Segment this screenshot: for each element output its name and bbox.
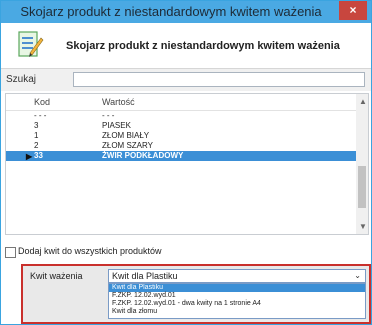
table-row[interactable]: 3 PIASEK [6, 121, 356, 131]
cell-kod: 3 [34, 121, 39, 130]
edit-list-icon [18, 29, 44, 62]
kwit-option[interactable]: Kwit dla złomu [109, 308, 365, 316]
kwit-label: Kwit ważenia [30, 271, 83, 281]
vertical-scrollbar[interactable]: ▲ ▼ [356, 94, 368, 234]
scroll-thumb[interactable] [358, 166, 366, 208]
scroll-up-icon[interactable]: ▲ [359, 97, 367, 106]
kwit-option[interactable]: F.ZKP. 12.02.wyd.01 - dwa kwity na 1 str… [109, 300, 365, 308]
add-to-all-checkbox[interactable] [5, 247, 16, 258]
cell-wartosc: - - - [102, 111, 115, 120]
kwit-panel: Kwit ważenia Kwit dla Plastiku ⌄ Kwit dl… [21, 264, 371, 324]
cell-wartosc: ZŁOM BIAŁY [102, 131, 150, 140]
cell-kod: 2 [34, 141, 39, 150]
search-input[interactable] [73, 72, 365, 87]
cell-kod: 1 [34, 131, 39, 140]
header-title: Skojarz produkt z niestandardowym kwitem… [66, 40, 340, 52]
title-bar[interactable]: Skojarz produkt z niestandardowym kwitem… [1, 1, 371, 23]
scroll-down-icon[interactable]: ▼ [359, 222, 367, 231]
cell-wartosc: ŻWIR PODKŁADOWY [102, 151, 184, 160]
cell-wartosc: PIASEK [102, 121, 131, 130]
dialog-header: Skojarz produkt z niestandardowym kwitem… [1, 23, 371, 68]
cell-kod: - - - [34, 111, 47, 120]
kwit-selected-value: Kwit dla Plastiku [112, 271, 178, 281]
products-grid: Kod Wartość - - - - - - 3 PIASEK 1 ZŁOM … [5, 93, 369, 235]
cell-wartosc: ZŁOM SZARY [102, 141, 153, 150]
kwit-options-list: Kwit dla Plastiku F.ZKP. 12.02.wyd.01 F.… [108, 283, 366, 319]
column-header-kod[interactable]: Kod [34, 97, 50, 107]
table-row[interactable]: 2 ZŁOM SZARY [6, 141, 356, 151]
add-to-all-label[interactable]: Dodaj kwit do wszystkich produktów [18, 246, 162, 256]
grid-header: Kod Wartość [6, 94, 356, 111]
current-row-marker-icon: ▶ [26, 152, 33, 161]
dialog-window: Skojarz produkt z niestandardowym kwitem… [0, 0, 372, 325]
cell-kod: 33 [34, 151, 43, 160]
chevron-down-icon[interactable]: ⌄ [354, 270, 361, 282]
table-row[interactable]: - - - - - - [6, 111, 356, 121]
kwit-dropdown[interactable]: Kwit dla Plastiku ⌄ [108, 269, 366, 283]
column-header-wartosc[interactable]: Wartość [102, 97, 135, 107]
table-row-selected[interactable]: ▶ 33 ŻWIR PODKŁADOWY [6, 151, 356, 161]
search-row: Szukaj [1, 69, 371, 91]
kwit-option[interactable]: F.ZKP. 12.02.wyd.01 [109, 292, 365, 300]
close-button[interactable]: × [339, 1, 367, 20]
kwit-option[interactable]: Kwit dla Plastiku [109, 284, 365, 292]
grid-rows: - - - - - - 3 PIASEK 1 ZŁOM BIAŁY 2 ZŁOM… [6, 111, 356, 161]
window-title: Skojarz produkt z niestandardowym kwitem… [20, 4, 322, 19]
table-row[interactable]: 1 ZŁOM BIAŁY [6, 131, 356, 141]
search-label: Szukaj [6, 74, 37, 85]
